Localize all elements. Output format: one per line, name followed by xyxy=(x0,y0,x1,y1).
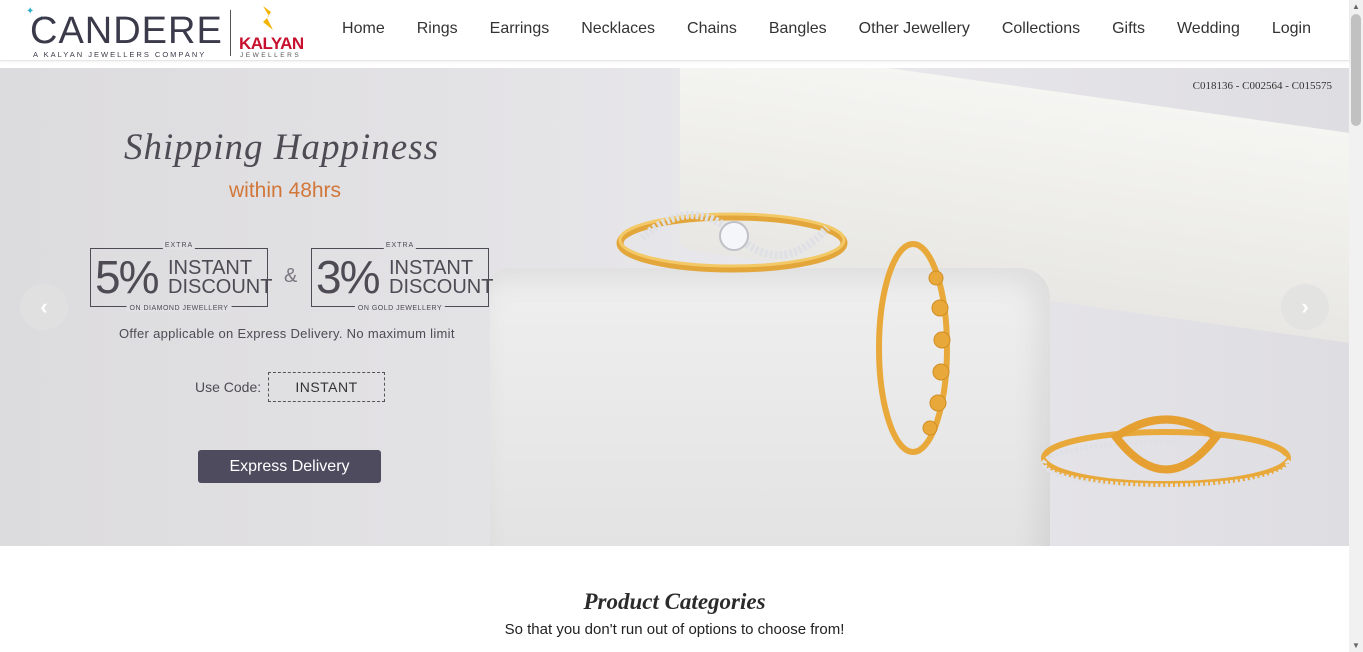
ring-image-knot-band xyxy=(1041,415,1291,489)
section-title: Product Categories xyxy=(583,589,766,614)
offer-extra-label: EXTRA xyxy=(162,242,196,249)
nav-chains[interactable]: Chains xyxy=(671,20,753,38)
chevron-left-icon: ‹ xyxy=(40,294,48,319)
express-delivery-button[interactable]: Express Delivery xyxy=(198,450,381,483)
nav-bangles[interactable]: Bangles xyxy=(753,20,843,38)
scroll-down-icon[interactable]: ▼ xyxy=(1352,641,1360,650)
nav-necklaces[interactable]: Necklaces xyxy=(565,20,671,38)
kalyan-mark-icon xyxy=(263,6,273,30)
use-code-label: Use Code: xyxy=(195,379,262,395)
offer-percent: 3% xyxy=(316,251,381,303)
nav-earrings[interactable]: Earrings xyxy=(474,20,566,38)
offer-word: INSTANT xyxy=(389,257,474,279)
brand-name: CANDERE xyxy=(30,10,223,52)
nav-other-jewellery[interactable]: Other Jewellery xyxy=(843,20,986,38)
nav-home[interactable]: Home xyxy=(326,20,401,38)
brand-tagline: A KALYAN JEWELLERS COMPANY xyxy=(33,50,207,59)
offer-scope: ON GOLD JEWELLERY xyxy=(354,305,446,312)
scroll-up-icon[interactable]: ▲ xyxy=(1352,2,1360,11)
nav-rings[interactable]: Rings xyxy=(401,20,474,38)
offer-word: INSTANT xyxy=(168,257,253,279)
main-nav: Home Rings Earrings Necklaces Chains Ban… xyxy=(326,0,1327,58)
section-subtitle: So that you don't run out of options to … xyxy=(504,621,845,638)
carousel-next-button[interactable]: › xyxy=(1281,284,1329,330)
brand-logo[interactable]: ✦ ✦ CANDERE A KALYAN JEWELLERS COMPANY K… xyxy=(24,4,314,60)
coupon-code[interactable]: INSTANT xyxy=(268,372,385,402)
nav-collections[interactable]: Collections xyxy=(986,20,1096,38)
offer-note: Offer applicable on Express Delivery. No… xyxy=(119,326,455,341)
site-header: ✦ ✦ CANDERE A KALYAN JEWELLERS COMPANY K… xyxy=(0,0,1349,61)
carousel-prev-button[interactable]: ‹ xyxy=(20,284,68,330)
chevron-right-icon: › xyxy=(1301,294,1309,319)
hero-title: Shipping Happiness xyxy=(124,127,440,168)
nav-login[interactable]: Login xyxy=(1256,20,1327,38)
ampersand: & xyxy=(284,265,298,287)
product-sku-codes: C018136 - C002564 - C015575 xyxy=(1192,80,1332,92)
logo-divider xyxy=(230,10,231,56)
offer-gold: EXTRA 3% INSTANT DISCOUNT ON GOLD JEWELL… xyxy=(311,242,493,312)
offer-word: DISCOUNT xyxy=(389,276,494,298)
hero-subtitle: within 48hrs xyxy=(229,179,342,202)
nav-wedding[interactable]: Wedding xyxy=(1161,20,1256,38)
ring-image-heart-band xyxy=(876,241,951,455)
hero-pedestal xyxy=(490,268,1050,546)
partner-name: KALYAN xyxy=(239,34,304,53)
offer-scope: ON DIAMOND JEWELLERY xyxy=(126,305,232,312)
offer-extra-label: EXTRA xyxy=(383,242,417,249)
offer-percent: 5% xyxy=(95,251,160,303)
scroll-thumb[interactable] xyxy=(1351,14,1361,126)
page-scrollbar[interactable]: ▲ ▼ xyxy=(1349,0,1363,652)
partner-sub: JEWELLERS xyxy=(240,52,302,59)
ring-image-infinity-diamond xyxy=(616,211,848,273)
nav-gifts[interactable]: Gifts xyxy=(1096,20,1161,38)
hero-banner[interactable]: C018136 - C002564 - C015575 Shipping Hap… xyxy=(0,68,1349,546)
offer-diamond: EXTRA 5% INSTANT DISCOUNT ON DIAMOND JEW… xyxy=(90,242,272,312)
offer-word: DISCOUNT xyxy=(168,276,273,298)
